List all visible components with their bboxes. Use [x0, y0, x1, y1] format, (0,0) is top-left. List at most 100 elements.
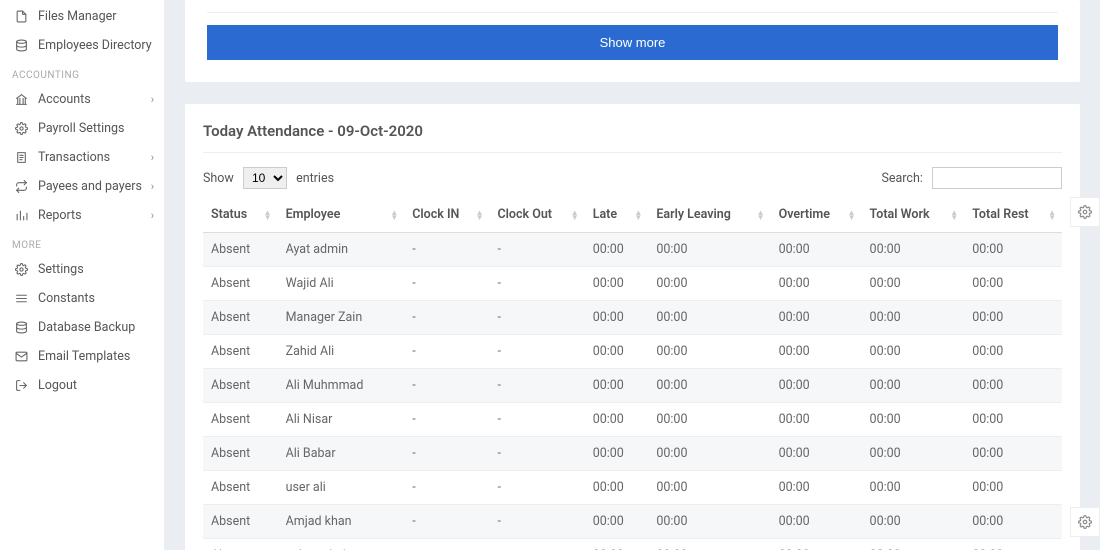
cell-total_rest: 00:00 — [964, 403, 1062, 437]
swap-icon — [12, 180, 30, 193]
column-header-employee[interactable]: Employee ▲▼ — [278, 197, 405, 233]
cell-status: Absent — [203, 233, 278, 267]
sidebar-item-accounts[interactable]: Accounts› — [0, 85, 164, 114]
cell-early: 00:00 — [648, 233, 770, 267]
sidebar-item-transactions[interactable]: Transactions› — [0, 143, 164, 172]
cell-early: 00:00 — [648, 505, 770, 539]
cell-clock_out: - — [490, 437, 585, 471]
column-label: Employee — [286, 207, 341, 222]
settings-gear-button-2[interactable] — [1070, 507, 1100, 537]
table-row: AbsentZahid Ali--00:0000:0000:0000:0000:… — [203, 335, 1062, 369]
cell-total_rest: 00:00 — [964, 233, 1062, 267]
cell-late: 00:00 — [585, 233, 649, 267]
sort-icon: ▲▼ — [848, 210, 856, 220]
column-label: Overtime — [779, 207, 830, 222]
cell-overtime: 00:00 — [771, 539, 862, 550]
cell-total_rest: 00:00 — [964, 267, 1062, 301]
column-label: Clock Out — [498, 207, 553, 222]
column-header-clock-in[interactable]: Clock IN▲▼ — [404, 197, 489, 233]
sidebar-item-label: Files Manager — [38, 9, 116, 24]
table-controls: Show 10 entries Search: — [203, 167, 1062, 189]
chevron-right-icon: › — [151, 180, 154, 193]
sidebar-item-logout[interactable]: Logout — [0, 371, 164, 400]
bank-icon — [12, 93, 30, 106]
attendance-panel: Today Attendance - 09-Oct-2020 Show 10 e… — [185, 104, 1080, 550]
column-header-overtime[interactable]: Overtime ▲▼ — [771, 197, 862, 233]
column-header-total-work[interactable]: Total Work▲▼ — [862, 197, 965, 233]
cell-total_rest: 00:00 — [964, 335, 1062, 369]
cell-clock_in: - — [404, 539, 489, 550]
sort-icon: ▲▼ — [390, 210, 398, 220]
column-header-total-rest[interactable]: Total Rest▲▼ — [964, 197, 1062, 233]
database-icon — [12, 39, 30, 52]
column-header-clock-out[interactable]: Clock Out ▲▼ — [490, 197, 585, 233]
cell-total_work: 00:00 — [862, 335, 965, 369]
cell-overtime: 00:00 — [771, 437, 862, 471]
cell-clock_in: - — [404, 301, 489, 335]
cell-clock_in: - — [404, 369, 489, 403]
cell-early: 00:00 — [648, 471, 770, 505]
cell-early: 00:00 — [648, 539, 770, 550]
cell-overtime: 00:00 — [771, 233, 862, 267]
sidebar-item-constants[interactable]: Constants — [0, 284, 164, 313]
chart-icon — [12, 209, 30, 222]
sidebar-item-payroll-settings[interactable]: Payroll Settings — [0, 114, 164, 143]
search-control: Search: — [881, 167, 1062, 189]
sidebar-section-more: MORE — [0, 230, 164, 255]
sidebar-item-files-manager[interactable]: Files Manager — [0, 2, 164, 31]
column-header-status[interactable]: Status▲▼ — [203, 197, 278, 233]
sidebar-item-payees-and-payers[interactable]: Payees and payers › — [0, 172, 164, 201]
column-header-late[interactable]: Late ▲▼ — [585, 197, 649, 233]
sort-icon: ▲▼ — [264, 210, 272, 220]
sidebar-item-label: Constants — [38, 291, 95, 306]
cell-late: 00:00 — [585, 369, 649, 403]
cell-early: 00:00 — [648, 403, 770, 437]
gear-icon — [12, 122, 30, 135]
sidebar-item-label: Database Backup — [38, 320, 135, 335]
sidebar-item-email-templates[interactable]: Email Templates — [0, 342, 164, 371]
sort-icon: ▲▼ — [950, 210, 958, 220]
cell-overtime: 00:00 — [771, 403, 862, 437]
cell-early: 00:00 — [648, 267, 770, 301]
cell-total_rest: 00:00 — [964, 369, 1062, 403]
mail-icon — [12, 350, 30, 363]
main-content: Show more Today Attendance - 09-Oct-2020… — [165, 0, 1100, 550]
sort-icon: ▲▼ — [571, 210, 579, 220]
page-size-select[interactable]: 10 — [243, 167, 287, 189]
sidebar-item-database-backup[interactable]: Database Backup — [0, 313, 164, 342]
cell-late: 00:00 — [585, 403, 649, 437]
cell-total_work: 00:00 — [862, 437, 965, 471]
sort-icon: ▲▼ — [634, 210, 642, 220]
sidebar-item-reports[interactable]: Reports› — [0, 201, 164, 230]
cell-overtime: 00:00 — [771, 335, 862, 369]
cell-clock_in: - — [404, 505, 489, 539]
show-more-button[interactable]: Show more — [207, 25, 1058, 60]
cell-total_work: 00:00 — [862, 471, 965, 505]
sidebar-item-label: Payees and payers — [38, 179, 142, 194]
cell-overtime: 00:00 — [771, 505, 862, 539]
table-row: AbsentWajid Ali--00:0000:0000:0000:0000:… — [203, 267, 1062, 301]
cell-clock_out: - — [490, 403, 585, 437]
settings-gear-button[interactable] — [1070, 197, 1100, 227]
cell-total_rest: 00:00 — [964, 505, 1062, 539]
cell-total_work: 00:00 — [862, 369, 965, 403]
cell-employee: Ayat admin — [278, 233, 405, 267]
column-label: Late — [593, 207, 617, 222]
panel-title: Today Attendance - 09-Oct-2020 — [203, 122, 1062, 153]
sidebar-item-employees-directory[interactable]: Employees Directory — [0, 31, 164, 60]
sort-icon: ▲▼ — [1048, 210, 1056, 220]
sidebar-item-settings[interactable]: Settings — [0, 255, 164, 284]
cell-clock_out: - — [490, 335, 585, 369]
column-label: Clock IN — [412, 207, 459, 222]
cell-employee: Ali Babar — [278, 437, 405, 471]
cell-total_work: 00:00 — [862, 403, 965, 437]
sidebar-item-label: Reports — [38, 208, 82, 223]
cell-clock_out: - — [490, 301, 585, 335]
column-header-early-leaving[interactable]: Early Leaving▲▼ — [648, 197, 770, 233]
cell-total_work: 00:00 — [862, 539, 965, 550]
table-row: Absentaslam shah--00:0000:0000:0000:0000… — [203, 539, 1062, 550]
cell-status: Absent — [203, 369, 278, 403]
search-input[interactable] — [932, 167, 1062, 189]
cell-clock_out: - — [490, 233, 585, 267]
cell-clock_out: - — [490, 369, 585, 403]
